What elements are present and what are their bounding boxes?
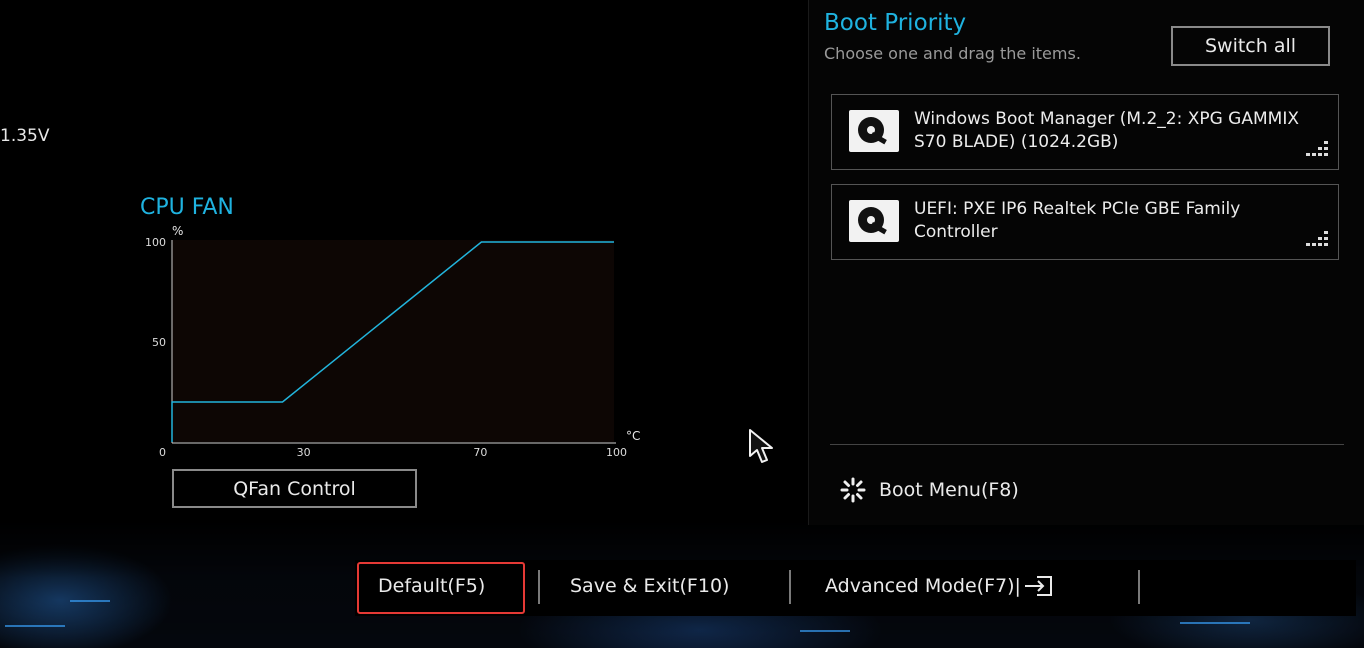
qfan-control-button[interactable]: QFan Control [172, 469, 417, 508]
boot-item[interactable]: UEFI: PXE IP6 Realtek PCIe GBE Family Co… [831, 184, 1339, 260]
background-streak [5, 625, 65, 627]
boot-menu-button[interactable]: Boot Menu(F8) [835, 476, 1019, 504]
x-tick-label: 100 [606, 446, 627, 459]
footer-separator [1138, 570, 1140, 604]
x-axis-unit: °C [626, 429, 640, 443]
boot-item-label: UEFI: PXE IP6 Realtek PCIe GBE Family Co… [914, 199, 1241, 242]
x-tick-label: 30 [297, 446, 311, 459]
boot-item-label: Windows Boot Manager (M.2_2: XPG GAMMIX … [914, 109, 1299, 152]
cpu-fan-chart[interactable]: % °C 0 30 70 100 100 50 [130, 222, 660, 462]
disk-icon [849, 200, 899, 242]
footer-separator [538, 570, 540, 604]
switch-all-button[interactable]: Switch all [1171, 26, 1330, 66]
background-streak [1180, 622, 1250, 624]
boot-item[interactable]: Windows Boot Manager (M.2_2: XPG GAMMIX … [831, 94, 1339, 170]
y-tick-label: 50 [152, 336, 166, 349]
boot-priority-title: Boot Priority [824, 10, 967, 36]
chart-plot-area [172, 240, 614, 442]
x-tick-label: 0 [159, 446, 166, 459]
background-streak [800, 630, 850, 632]
y-axis-unit: % [172, 224, 183, 238]
boot-priority-panel [808, 0, 1364, 525]
voltage-value: 1.35V [0, 126, 50, 146]
default-highlight-box [357, 562, 525, 614]
y-tick-label: 100 [145, 236, 166, 249]
boot-priority-subtitle: Choose one and drag the items. [824, 44, 1081, 63]
boot-menu-label: Boot Menu(F8) [879, 479, 1019, 501]
mouse-cursor-icon [749, 429, 773, 463]
footer-separator [789, 570, 791, 604]
drag-handle-icon[interactable] [1304, 231, 1330, 249]
background-streak [70, 600, 110, 602]
x-tick-label: 70 [473, 446, 487, 459]
cpu-fan-title: CPU FAN [140, 195, 234, 220]
advanced-mode-label: Advanced Mode(F7)| [825, 575, 1021, 597]
exit-arrow-icon [1024, 576, 1052, 596]
disk-icon [849, 110, 899, 152]
section-divider [830, 444, 1344, 445]
panel-divider [808, 0, 809, 525]
loading-spinner-icon [840, 477, 866, 503]
advanced-mode-button[interactable]: Advanced Mode(F7)| [825, 572, 1055, 600]
save-exit-button[interactable]: Save & Exit(F10) [570, 572, 729, 600]
drag-handle-icon[interactable] [1304, 141, 1330, 159]
